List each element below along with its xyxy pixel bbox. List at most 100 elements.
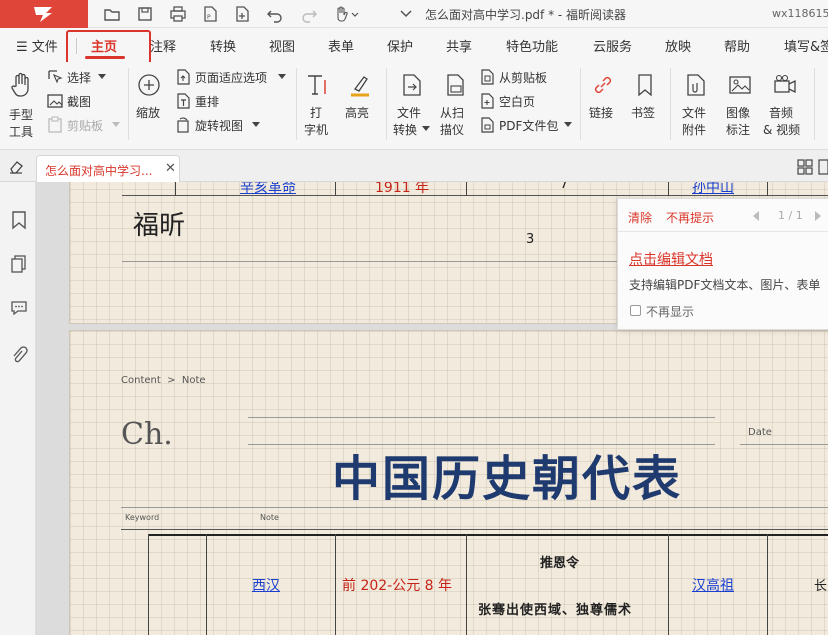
typewriter-label-2: 字机 bbox=[304, 123, 329, 137]
undo-icon[interactable] bbox=[266, 5, 284, 23]
overflow-icon[interactable] bbox=[818, 159, 828, 175]
checkbox-box[interactable] bbox=[630, 305, 641, 316]
hand-tool-button[interactable]: 手型 工具 bbox=[4, 68, 40, 139]
menu-share[interactable]: 共享 bbox=[446, 36, 472, 55]
bookmark-button[interactable]: 书签 bbox=[628, 70, 662, 130]
audio-video-label-1: 音频 bbox=[769, 106, 794, 120]
reflow-icon bbox=[177, 93, 190, 109]
attachments-panel-icon[interactable] bbox=[10, 345, 28, 365]
select-button[interactable]: 选择 bbox=[46, 68, 116, 86]
user-account[interactable]: wx1186152 bbox=[772, 7, 828, 20]
redo-icon[interactable] bbox=[300, 5, 318, 23]
ribbon-separator bbox=[128, 68, 129, 140]
cell-dynasty[interactable]: 辛亥革命 bbox=[240, 182, 296, 197]
from-clipboard-button[interactable]: 从剪贴板 bbox=[478, 68, 558, 86]
hand-tool-label-1: 手型 bbox=[9, 108, 34, 122]
bookmark-label: 书签 bbox=[631, 106, 656, 120]
chevron-down-icon[interactable] bbox=[397, 5, 415, 23]
grid-view-icon[interactable] bbox=[797, 159, 813, 175]
menu-comment[interactable]: 注释 bbox=[150, 36, 176, 55]
app-logo[interactable] bbox=[0, 0, 88, 28]
link-icon bbox=[594, 76, 612, 94]
close-tab-icon[interactable]: ✕ bbox=[165, 161, 176, 176]
attachment-icon bbox=[687, 74, 705, 96]
from-clipboard-label: 从剪贴板 bbox=[499, 71, 548, 85]
pdf-package-button[interactable]: PDF文件包 bbox=[478, 116, 574, 134]
foxit-logo-icon bbox=[34, 7, 52, 22]
scanner-icon bbox=[447, 74, 464, 96]
audio-video-button[interactable]: 音频 & 视频 bbox=[763, 70, 807, 140]
blank-page-button[interactable]: 空白页 bbox=[478, 92, 548, 110]
menu-form[interactable]: 表单 bbox=[328, 36, 354, 55]
table-line bbox=[466, 182, 467, 196]
menu-convert[interactable]: 转换 bbox=[210, 36, 236, 55]
document-tab[interactable]: 怎么面对高中学习... ✕ bbox=[36, 155, 180, 182]
zoom-label: 缩放 bbox=[136, 106, 161, 120]
next-tip-icon[interactable] bbox=[814, 211, 822, 221]
rotate-view-button[interactable]: 旋转视图 bbox=[174, 116, 264, 134]
hand-tool-dropdown-icon[interactable] bbox=[333, 5, 359, 23]
clipboard-label: 剪贴板 bbox=[67, 119, 104, 133]
page-number: 3 bbox=[526, 232, 535, 247]
blank-page-label: 空白页 bbox=[499, 95, 536, 109]
pdf-page-2: Content > Note Ch. Date 中国历史朝代表 Keyword … bbox=[69, 330, 828, 635]
open-folder-icon[interactable] bbox=[103, 5, 121, 23]
image-icon bbox=[729, 76, 751, 94]
popup-dont-show-checkbox[interactable]: 不再显示 bbox=[629, 303, 729, 319]
highlight-button[interactable]: 高亮 bbox=[343, 70, 377, 130]
fit-page-options-button[interactable]: 页面适应选项 bbox=[174, 68, 290, 86]
menu-help[interactable]: 帮助 bbox=[724, 36, 750, 55]
prev-tip-icon[interactable] bbox=[752, 211, 760, 221]
chapter-label: Ch. bbox=[121, 417, 173, 452]
keyword-label: Keyword bbox=[125, 513, 160, 522]
pdf-package-label: PDF文件包 bbox=[499, 119, 559, 133]
pages-panel-icon[interactable] bbox=[10, 254, 28, 274]
window-title: 怎么面对高中学习.pdf * - 福昕阅读器 bbox=[425, 8, 627, 22]
ribbon-separator bbox=[814, 68, 815, 140]
cell-year: 1911 年 bbox=[375, 182, 430, 196]
left-sidebar bbox=[0, 182, 47, 635]
eraser-icon[interactable] bbox=[8, 158, 24, 174]
file-convert-icon bbox=[403, 74, 421, 96]
cell-person[interactable]: 汉高祖 bbox=[692, 575, 734, 595]
cell-person[interactable]: 孙中山 bbox=[692, 182, 734, 197]
link-button[interactable]: 链接 bbox=[586, 70, 620, 130]
bookmark-panel-icon[interactable] bbox=[10, 210, 28, 230]
date-label: Date bbox=[748, 427, 772, 438]
document-tab-bar: 怎么面对高中学习... ✕ bbox=[0, 150, 828, 182]
reflow-button[interactable]: 重排 bbox=[174, 92, 234, 110]
file-attachment-button[interactable]: 文件 附件 bbox=[678, 70, 714, 140]
from-scanner-button[interactable]: 从扫 描仪 bbox=[438, 70, 472, 140]
popup-no-remind-button[interactable]: 不再提示 bbox=[666, 209, 714, 226]
document-tab-label: 怎么面对高中学习... bbox=[45, 164, 153, 178]
zoom-in-icon bbox=[138, 74, 160, 96]
print-icon[interactable] bbox=[169, 5, 187, 23]
comments-panel-icon[interactable] bbox=[9, 298, 29, 318]
screenshot-button[interactable]: 截图 bbox=[46, 92, 106, 110]
table-line bbox=[668, 534, 669, 635]
file-convert-button[interactable]: 文件 转换 bbox=[392, 70, 432, 140]
zoom-button[interactable]: 缩放 bbox=[134, 70, 168, 130]
typewriter-button[interactable]: 打 字机 bbox=[302, 70, 334, 140]
tip-popup: 清除 不再提示 1 / 1 点击编辑文档 支持编辑PDF文档文本、图片、表单 不… bbox=[617, 198, 828, 330]
menu-fill-sign[interactable]: 填写&签 bbox=[784, 36, 828, 55]
menu-protect[interactable]: 保护 bbox=[387, 36, 413, 55]
menu-view[interactable]: 视图 bbox=[269, 36, 295, 55]
new-document-icon[interactable] bbox=[233, 5, 251, 23]
popup-divider bbox=[618, 231, 828, 232]
create-pdf-icon[interactable]: P bbox=[201, 5, 219, 23]
cell-dynasty[interactable]: 西汉 bbox=[252, 575, 280, 595]
save-icon[interactable] bbox=[136, 5, 154, 23]
menu-file[interactable]: ☰ 文件 bbox=[16, 36, 58, 55]
image-annotation-button[interactable]: 图像 标注 bbox=[722, 70, 758, 140]
decor-line bbox=[248, 417, 715, 418]
menu-features[interactable]: 特色功能 bbox=[506, 36, 558, 55]
popup-edit-link[interactable]: 点击编辑文档 bbox=[629, 249, 713, 269]
page-title: 中国历史朝代表 bbox=[332, 451, 683, 507]
popup-clear-button[interactable]: 清除 bbox=[628, 209, 652, 226]
ribbon-separator bbox=[670, 68, 671, 140]
highlight-label: 高亮 bbox=[345, 106, 370, 120]
menu-cloud[interactable]: 云服务 bbox=[593, 36, 632, 55]
menu-slideshow[interactable]: 放映 bbox=[665, 36, 691, 55]
svg-text:P: P bbox=[207, 14, 211, 21]
